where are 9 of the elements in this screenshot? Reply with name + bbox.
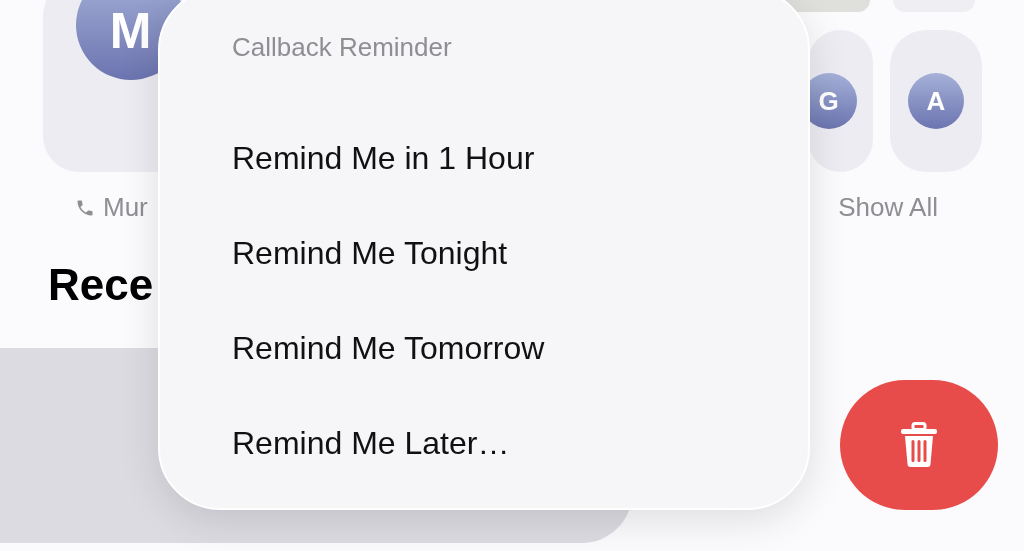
- menu-item[interactable]: Remind Me Tomorrow: [232, 301, 545, 397]
- menu-item[interactable]: Remind Me in 1 Hour: [232, 111, 535, 207]
- menu-item[interactable]: Remind Me Tonight: [232, 206, 508, 302]
- trash-icon: [899, 422, 939, 468]
- menu-item[interactable]: Remind Me Later…: [232, 396, 510, 492]
- menu-title: Callback Reminder: [232, 32, 453, 64]
- section-title: Rece: [48, 263, 155, 307]
- contact-name: Mur: [103, 192, 148, 223]
- avatar: A: [908, 73, 964, 129]
